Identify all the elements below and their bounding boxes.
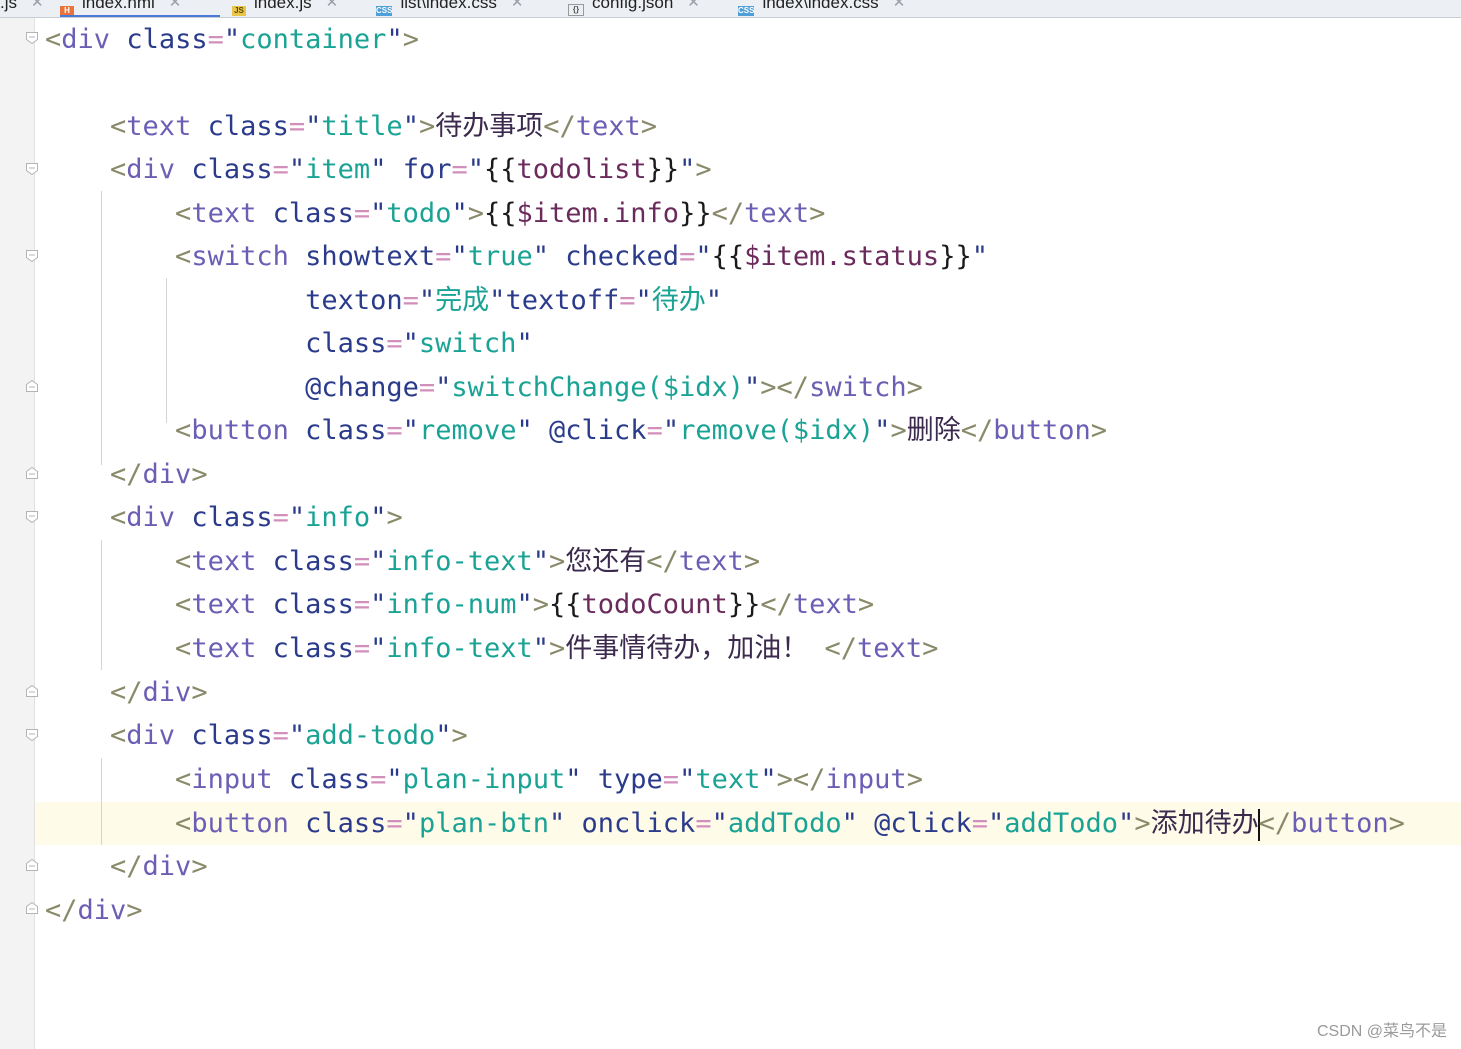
tab-label: config.json	[592, 0, 674, 12]
tab-label: .js	[0, 0, 17, 12]
code-line[interactable]: </div>	[45, 845, 208, 888]
code-editor[interactable]: <div class="container"> <text class="tit…	[35, 18, 1461, 1049]
close-icon[interactable]: ✕	[687, 0, 700, 11]
html-file-icon: H	[60, 6, 74, 16]
close-icon[interactable]: ✕	[511, 0, 524, 11]
tab-js-partial[interactable]: .js ✕	[0, 0, 44, 17]
code-line[interactable]: <switch showtext="true" checked="{{$item…	[45, 235, 988, 278]
tab-index-js[interactable]: JS index.js ✕	[232, 0, 338, 17]
tab-list-index-css[interactable]: CSS list\index.css ✕	[376, 0, 523, 17]
tab-label: index\index.css	[762, 0, 879, 12]
code-line[interactable]: @change="switchChange($idx)"></switch>	[45, 366, 923, 409]
code-line[interactable]: class="switch"	[45, 322, 533, 365]
watermark: CSDN @菜鸟不是	[1316, 1023, 1447, 1040]
tab-label: list\index.css	[400, 0, 497, 12]
code-line[interactable]: </div>	[45, 671, 208, 714]
code-line-current[interactable]: <button class="plan-btn" onclick="addTod…	[45, 802, 1405, 845]
editor-tab-bar: .js ✕ H index.hml ✕ JS index.js ✕ CSS li…	[0, 0, 1461, 18]
tab-index-hml[interactable]: H index.hml ✕	[60, 0, 220, 17]
json-file-icon: {}	[568, 4, 584, 16]
code-line[interactable]: <div class="info">	[45, 496, 403, 539]
close-icon[interactable]: ✕	[326, 0, 339, 11]
tab-index-index-css[interactable]: CSS index\index.css ✕	[738, 0, 905, 17]
code-line[interactable]: texton="完成"textoff="待办"	[45, 279, 722, 322]
close-icon[interactable]: ✕	[31, 0, 44, 11]
code-line[interactable]: </div>	[45, 453, 208, 496]
code-line[interactable]: <button class="remove" @click="remove($i…	[45, 409, 1107, 452]
code-line[interactable]: <text class="title">待办事项</text>	[45, 105, 657, 148]
code-line[interactable]: <div class="container">	[45, 18, 419, 61]
css-file-icon: CSS	[376, 6, 393, 16]
tab-label: index.hml	[82, 0, 155, 12]
tab-config-json[interactable]: {} config.json ✕	[568, 0, 700, 17]
code-line[interactable]: <text class="todo">{{$item.info}}</text>	[45, 192, 825, 235]
code-line[interactable]: <div class="item" for="{{todolist}}">	[45, 148, 712, 191]
css-file-icon: CSS	[738, 6, 755, 16]
tab-label: index.js	[254, 0, 312, 12]
code-line[interactable]: <text class="info-text">件事情待办，加油！ </text…	[45, 627, 938, 670]
js-file-icon: JS	[232, 6, 246, 16]
close-icon[interactable]: ✕	[169, 0, 182, 11]
code-line[interactable]: <input class="plan-input" type="text"></…	[45, 758, 923, 801]
code-line[interactable]: <text class="info-num">{{todoCount}}</te…	[45, 583, 874, 626]
code-line[interactable]: <div class="add-todo">	[45, 714, 468, 757]
code-line[interactable]: </div>	[45, 889, 143, 932]
code-line[interactable]: <text class="info-text">您还有</text>	[45, 540, 760, 583]
close-icon[interactable]: ✕	[893, 0, 906, 11]
